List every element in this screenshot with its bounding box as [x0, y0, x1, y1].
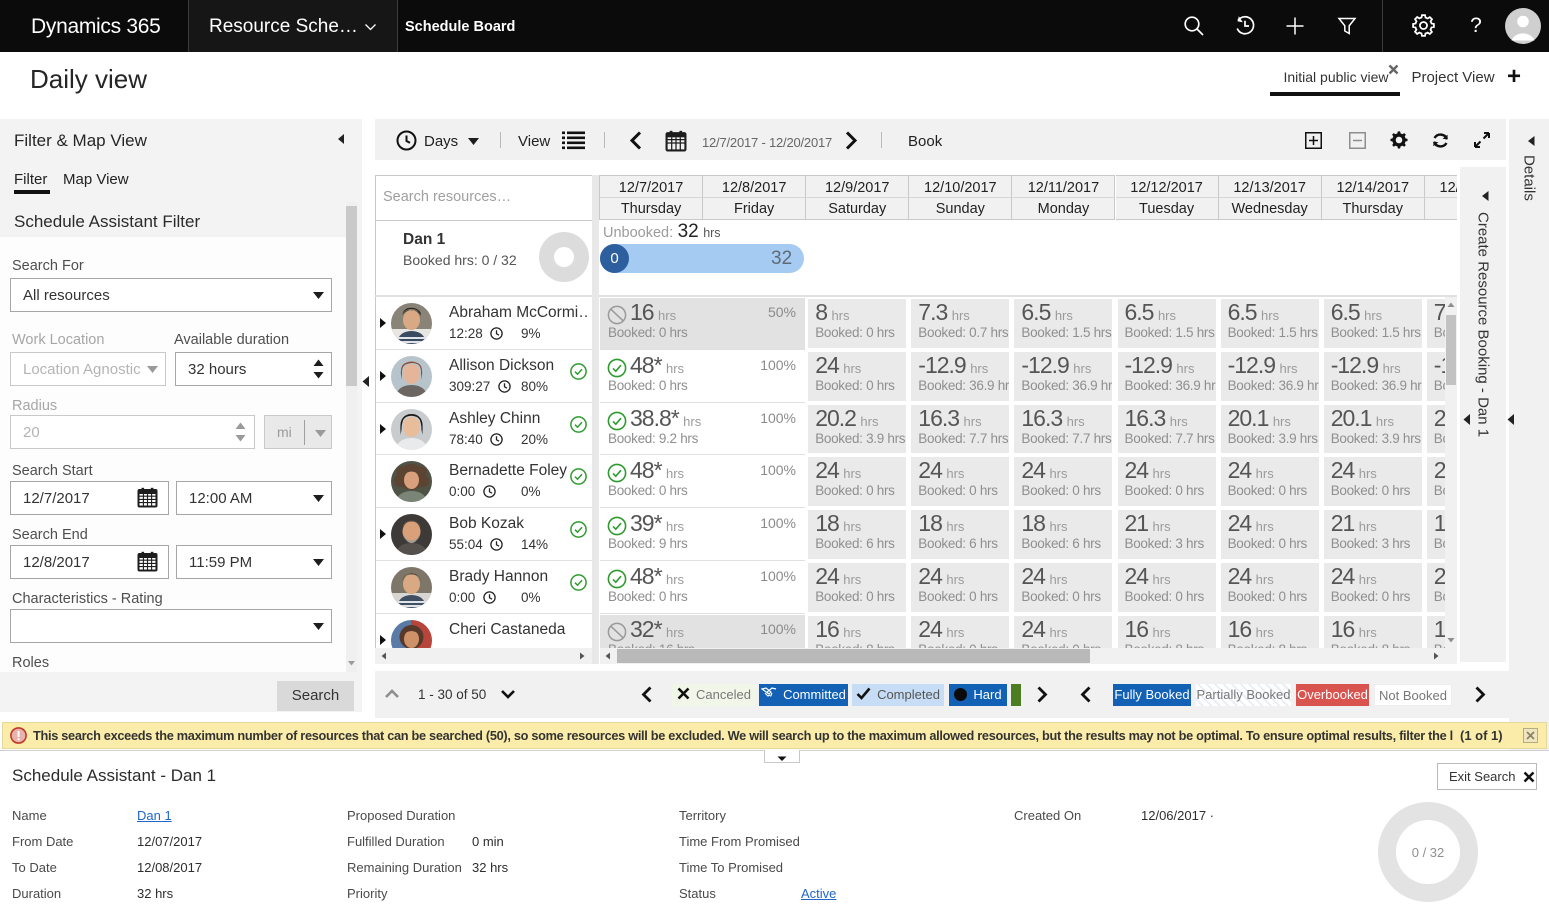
svg-text:0 / 32: 0 / 32 — [1412, 845, 1445, 860]
svg-text:?: ? — [1470, 14, 1482, 37]
